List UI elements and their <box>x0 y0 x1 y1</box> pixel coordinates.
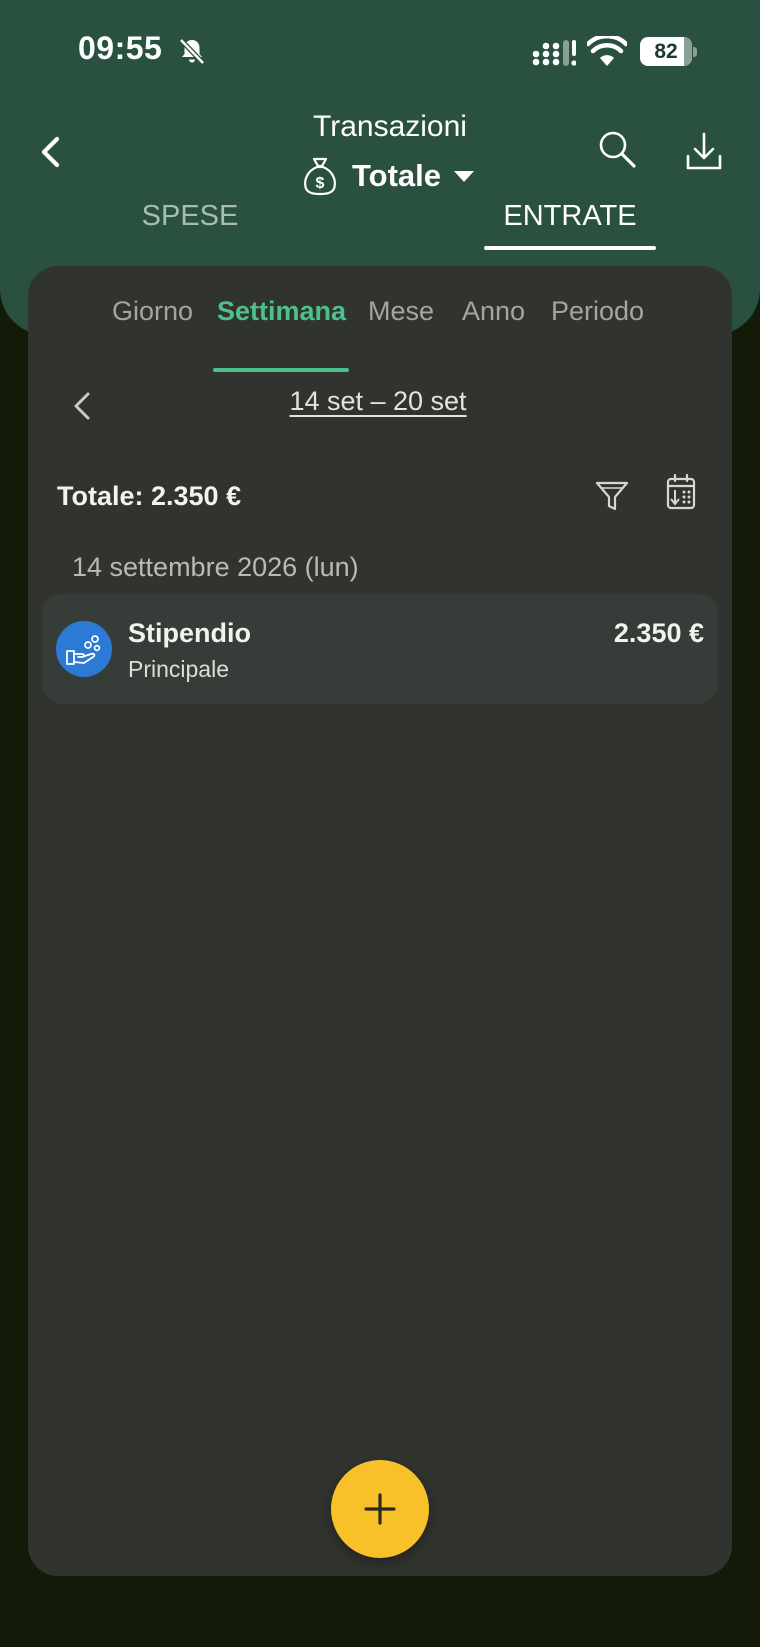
download-icon[interactable] <box>684 130 724 174</box>
caret-down-icon <box>454 171 474 182</box>
transaction-row[interactable]: Stipendio Principale 2.350 € <box>42 594 718 704</box>
account-selector[interactable]: $ Totale <box>302 154 475 198</box>
account-name: Totale <box>352 158 441 193</box>
transaction-account: Principale <box>128 656 229 682</box>
period-range[interactable]: 14 set – 20 set <box>228 386 528 417</box>
tab-settimana[interactable]: Settimana <box>217 296 346 327</box>
calendar-sort-icon[interactable] <box>664 472 698 512</box>
search-icon[interactable] <box>596 128 640 172</box>
filter-icon[interactable] <box>594 476 630 516</box>
date-group-header: 14 settembre 2026 (lun) <box>72 552 359 582</box>
transaction-amount: 2.350 € <box>613 618 704 648</box>
battery-level: 82 <box>654 39 678 63</box>
svg-text:$: $ <box>316 175 325 192</box>
chevron-left-icon[interactable] <box>64 384 104 428</box>
transaction-name: Stipendio <box>128 618 251 648</box>
status-time: 09:55 <box>78 30 163 66</box>
bell-off-icon <box>179 38 205 65</box>
status-bar: 09:55 82 <box>0 0 760 100</box>
add-transaction-button[interactable] <box>331 1460 429 1558</box>
tab-giorno[interactable]: Giorno <box>112 296 193 327</box>
page-title: Transazioni <box>313 110 467 143</box>
battery-icon: 82 <box>640 37 697 66</box>
tab-periodo[interactable]: Periodo <box>551 296 644 327</box>
tab-entrate-indicator <box>484 246 656 250</box>
moneybag-icon: $ <box>304 157 336 196</box>
category-avatar <box>56 621 112 677</box>
tab-anno[interactable]: Anno <box>462 296 525 327</box>
tab-spese[interactable]: SPESE <box>100 200 280 254</box>
total-amount: Totale: 2.350 € <box>57 481 242 511</box>
wifi-icon <box>587 36 627 66</box>
tab-settimana-indicator <box>213 368 349 372</box>
period-tabs: Giorno Settimana Mese Anno Periodo <box>28 296 732 372</box>
hand-coins-icon <box>66 635 101 665</box>
plus-icon <box>364 1493 396 1525</box>
signal-icon <box>532 40 576 66</box>
tab-mese[interactable]: Mese <box>368 296 434 327</box>
app-screen: 09:55 82 Transazioni $ Totale SPESE ENTR… <box>0 0 760 1647</box>
back-arrow-icon[interactable] <box>30 128 74 176</box>
transactions-card: Giorno Settimana Mese Anno Periodo 14 se… <box>28 266 732 1576</box>
